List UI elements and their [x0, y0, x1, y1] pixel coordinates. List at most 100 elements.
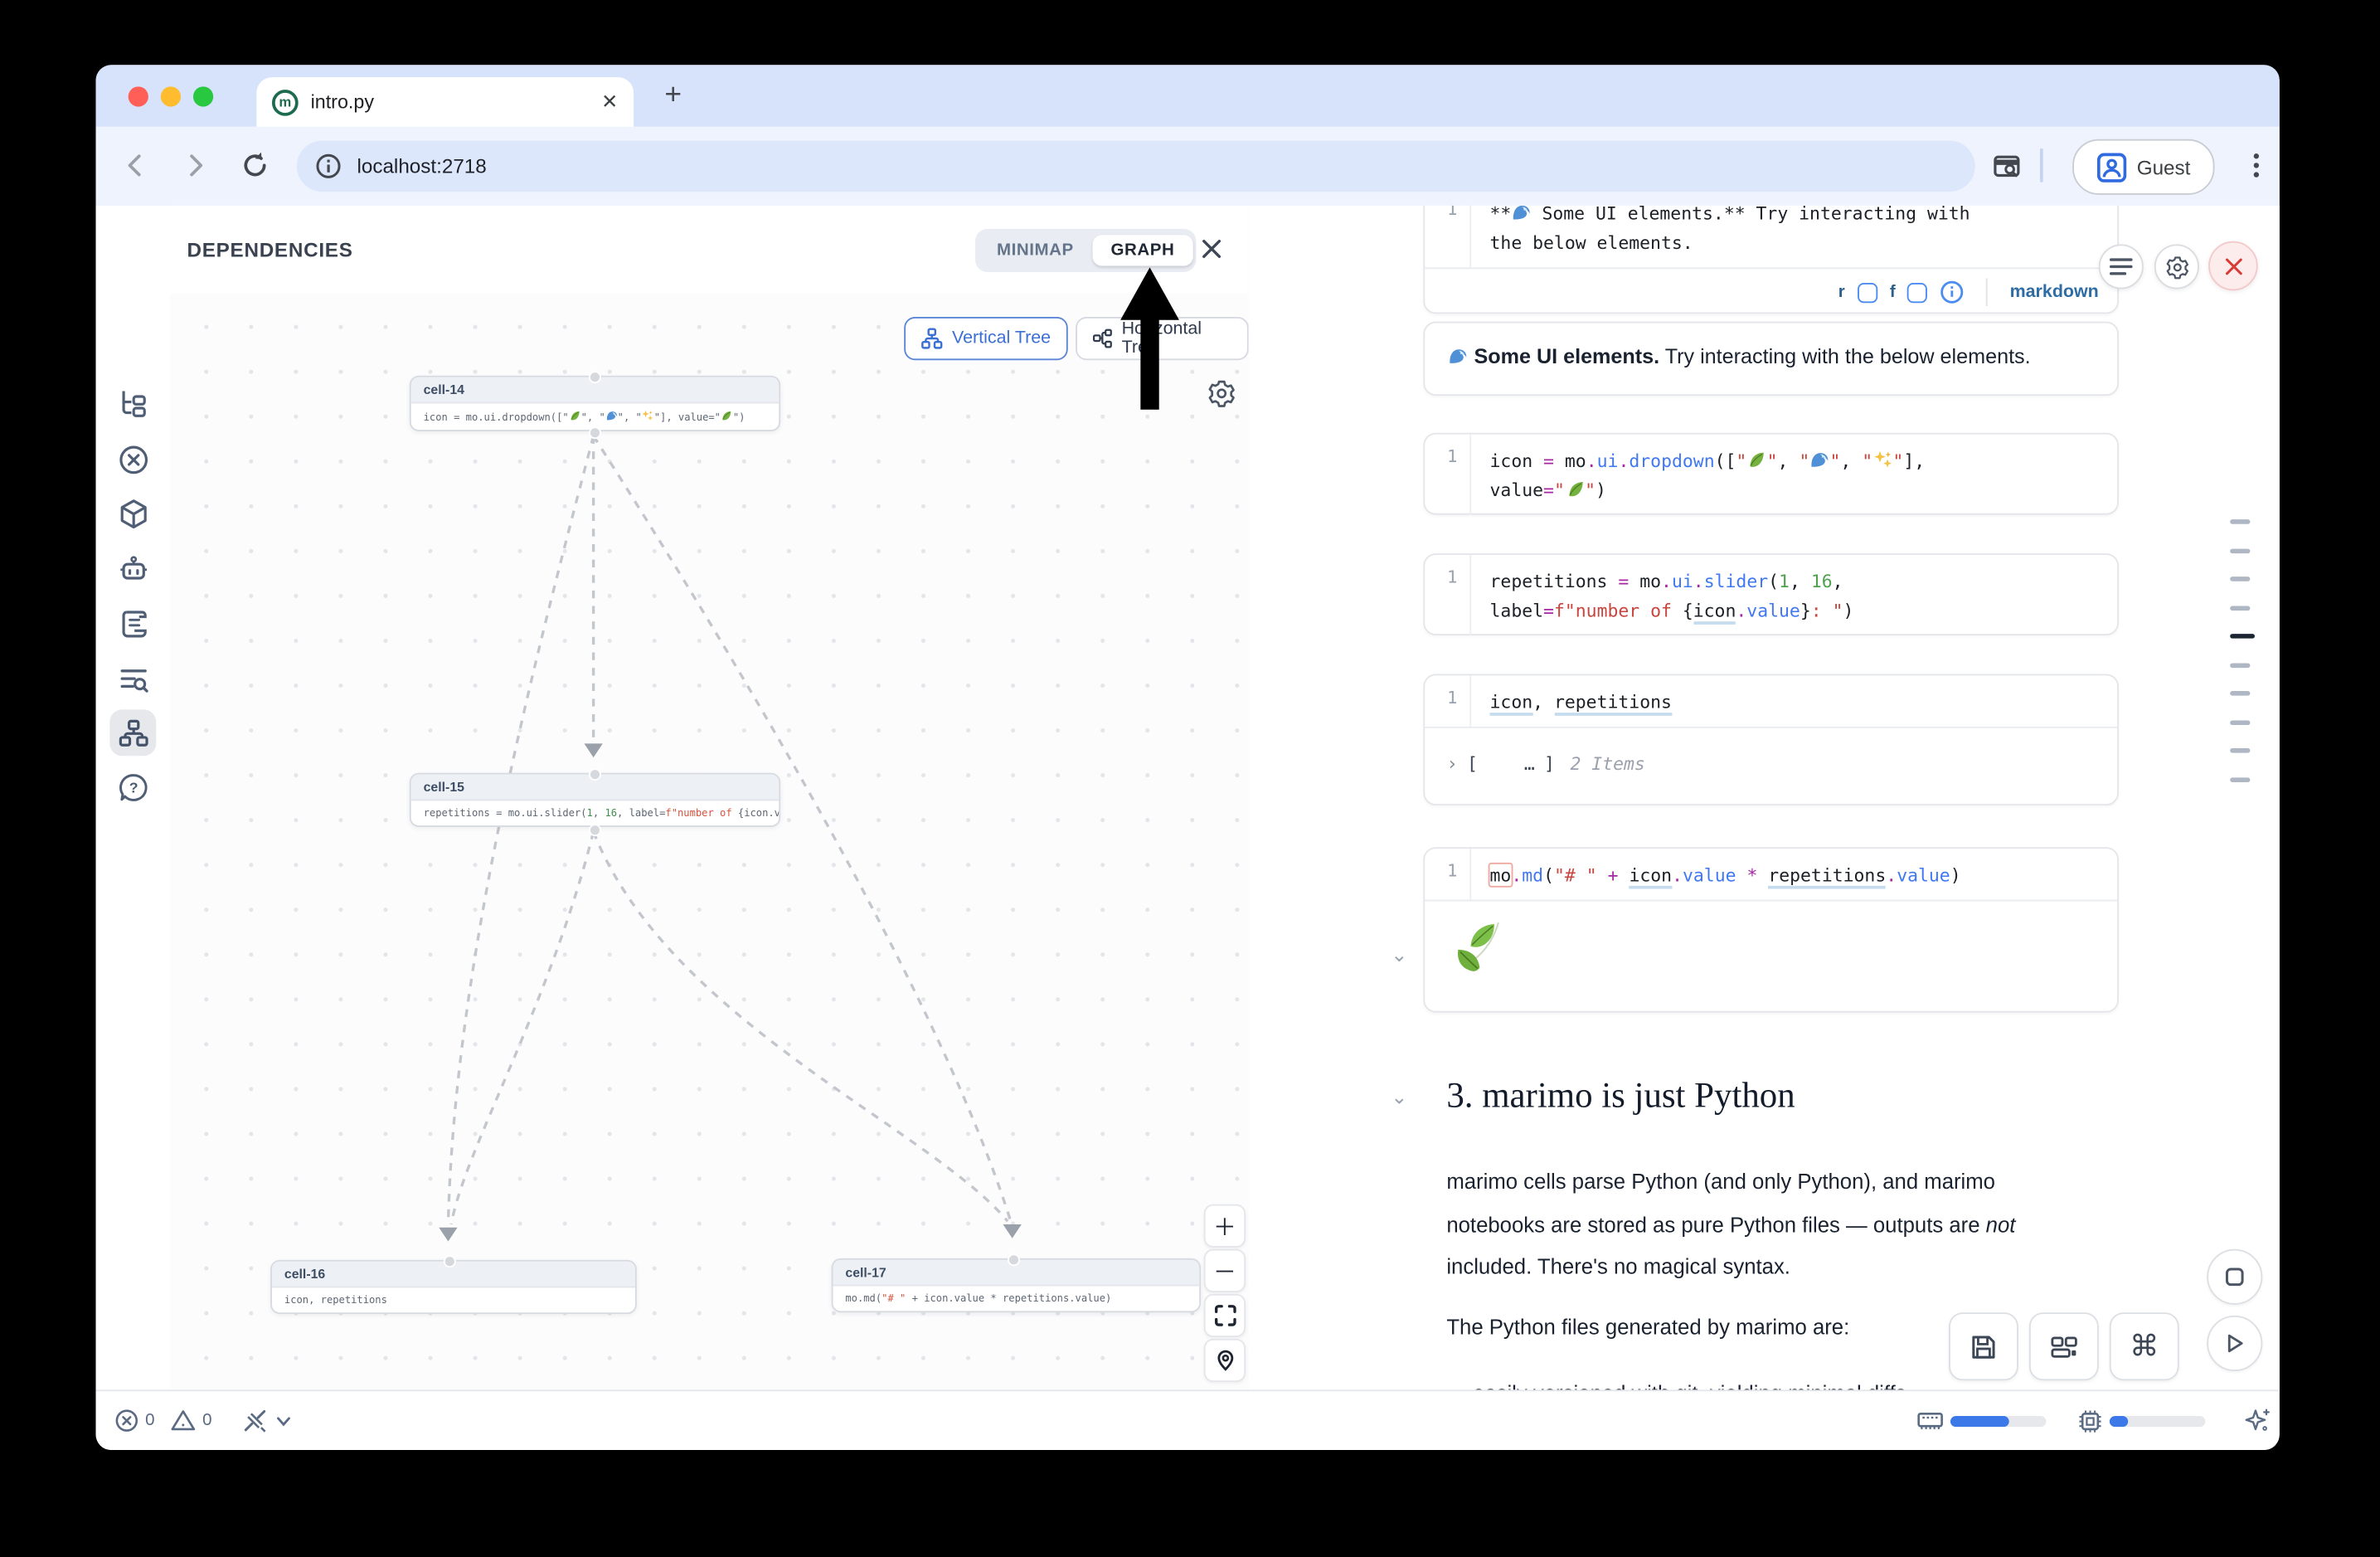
- minimap-dash[interactable]: [2230, 663, 2250, 668]
- minimap-dash-active[interactable]: [2230, 634, 2255, 639]
- site-info-icon[interactable]: [315, 153, 342, 179]
- stop-kernel-button[interactable]: [2207, 1249, 2262, 1305]
- save-button[interactable]: [1949, 1312, 2018, 1380]
- sidebar-item-file-tree[interactable]: [109, 380, 156, 426]
- cpu-indicator: [2077, 1391, 2206, 1450]
- browser-tab[interactable]: m intro.py ✕: [256, 77, 634, 127]
- connection-menu[interactable]: [241, 1391, 292, 1450]
- notebook-settings-button[interactable]: [2154, 244, 2199, 289]
- code-editor[interactable]: icon, repetitions: [1471, 675, 1672, 726]
- zoom-in-button[interactable]: ＋: [1204, 1204, 1246, 1248]
- format-label: f: [1890, 283, 1896, 301]
- node-code: icon = mo.ui.dropdown(["", "", ""], valu…: [411, 403, 780, 430]
- graph-node-cell-14[interactable]: cell-14 icon = mo.ui.dropdown(["", "", "…: [410, 376, 780, 431]
- cell-markdown-editor[interactable]: 1 ** Some UI elements.** Try interacting…: [1423, 206, 2119, 314]
- new-tab-button[interactable]: +: [664, 79, 682, 113]
- graph-node-cell-16[interactable]: cell-16 icon, repetitions: [270, 1260, 637, 1314]
- minimap-dash[interactable]: [2230, 519, 2250, 524]
- stop-icon: [2224, 1266, 2246, 1287]
- errors-indicator[interactable]: 0: [114, 1391, 155, 1450]
- code-editor[interactable]: repetitions = mo.ui.slider(1, 16,label=f…: [1471, 555, 1853, 635]
- shortcuts-button[interactable]: ⌘: [2110, 1312, 2179, 1380]
- graph-settings-icon[interactable]: [1207, 379, 1236, 408]
- notebook-menu-button[interactable]: [2099, 244, 2144, 289]
- close-icon: [2222, 255, 2245, 278]
- tab-graph[interactable]: GRAPH: [1092, 235, 1193, 265]
- zoom-out-button[interactable]: －: [1204, 1249, 1246, 1292]
- code-editor[interactable]: icon = mo.ui.dropdown(["", "", ""],value…: [1471, 435, 1925, 515]
- panel-close-icon[interactable]: [1196, 233, 1226, 264]
- sidebar-item-dependencies[interactable]: [109, 709, 156, 756]
- cell-slider-code[interactable]: 1 repetitions = mo.ui.slider(1, 16,label…: [1423, 553, 2119, 635]
- center-node-button[interactable]: [1204, 1339, 1246, 1382]
- line-number: 1: [1425, 435, 1471, 515]
- url-bar[interactable]: localhost:2718: [297, 141, 1975, 192]
- line-number: 1: [1425, 206, 1471, 268]
- minimap-dash[interactable]: [2230, 606, 2250, 611]
- reactive-label: r: [1838, 283, 1845, 301]
- svg-text:?: ?: [129, 779, 138, 796]
- warnings-indicator[interactable]: 0: [170, 1391, 212, 1450]
- wave-emoji: [1448, 346, 1468, 366]
- graph-canvas[interactable]: Vertical Tree Horizontal Tree cell-14 ic…: [170, 294, 1249, 1391]
- graph-node-cell-17[interactable]: cell-17 mo.md("# " + icon.value * repeti…: [832, 1258, 1201, 1312]
- sparkles-emoji: [642, 410, 654, 422]
- minimize-window-button[interactable]: [161, 86, 181, 106]
- array-output[interactable]: › [ … ] 2 Items: [1425, 728, 2117, 800]
- save-icon: [1969, 1331, 1998, 1360]
- sidebar-item-snippets[interactable]: [109, 655, 156, 702]
- info-icon[interactable]: [1940, 280, 1965, 304]
- collapse-chevron-icon[interactable]: ⌄: [1391, 943, 1407, 968]
- graph-node-cell-15[interactable]: cell-15 repetitions = mo.ui.slider(1, 16…: [410, 773, 780, 827]
- minimap-dash[interactable]: [2230, 577, 2250, 581]
- disconnected-icon: [241, 1407, 270, 1435]
- maximize-window-button[interactable]: [193, 86, 213, 106]
- robot-icon: [117, 552, 149, 585]
- play-icon: [2224, 1332, 2246, 1354]
- leaf-output: [1425, 901, 2117, 975]
- minimap-dash[interactable]: [2230, 776, 2250, 781]
- minimap-dash[interactable]: [2230, 691, 2250, 696]
- sidebar-item-help[interactable]: ?: [109, 764, 156, 810]
- tab-close-icon[interactable]: ✕: [601, 90, 618, 114]
- app-content: ? DEPENDENCIES MINIMAP GRAPH: [96, 206, 2280, 1391]
- cell-dropdown-code[interactable]: 1 icon = mo.ui.dropdown(["", "", ""],val…: [1423, 433, 2119, 515]
- bracket-close: ]: [1544, 753, 1555, 775]
- run-cell-button[interactable]: [2207, 1316, 2262, 1371]
- code-editor[interactable]: ** Some UI elements.** Try interacting w…: [1471, 206, 1970, 268]
- f-checkbox[interactable]: [1908, 282, 1928, 302]
- cell-tuple-code[interactable]: 1 icon, repetitions › [ … ] 2 Items: [1423, 674, 2119, 805]
- cpu-icon: [2077, 1408, 2104, 1434]
- section-chevron-icon[interactable]: ⌄: [1391, 1085, 1407, 1110]
- forward-icon[interactable]: [179, 150, 210, 181]
- layout-button[interactable]: [2029, 1312, 2099, 1380]
- tab-minimap[interactable]: MINIMAP: [979, 235, 1092, 265]
- cell-md-concat[interactable]: 1 mo.md("# " + icon.value * repetitions.…: [1423, 847, 2119, 1012]
- sidebar-item-packages[interactable]: [109, 490, 156, 537]
- tab-strip: m intro.py ✕ +: [96, 65, 2280, 127]
- profile-button[interactable]: Guest: [2072, 139, 2214, 195]
- ai-assistant-button[interactable]: [2244, 1391, 2272, 1450]
- minimap-dash[interactable]: [2230, 748, 2250, 753]
- vertical-tree-button[interactable]: Vertical Tree: [904, 317, 1067, 360]
- graph-zoom-controls: ＋ －: [1204, 1204, 1246, 1384]
- fit-view-button[interactable]: [1204, 1294, 1246, 1337]
- code-editor[interactable]: mo.md("# " + icon.value * repetitions.va…: [1471, 849, 1960, 899]
- minimap-dash[interactable]: [2230, 548, 2250, 553]
- browser-menu-icon[interactable]: [2242, 150, 2271, 181]
- wave-emoji: [1809, 450, 1829, 470]
- shutdown-button[interactable]: [2208, 241, 2258, 291]
- sidebar-item-scratchpad[interactable]: [109, 600, 156, 646]
- sidebar-item-ai-chat[interactable]: [109, 546, 156, 592]
- expand-chevron-icon[interactable]: ›: [1446, 753, 1457, 775]
- search-tabs-icon[interactable]: [1992, 152, 2023, 182]
- sidebar-item-variables[interactable]: [109, 436, 156, 483]
- warning-count: 0: [202, 1411, 211, 1429]
- minimap-dash[interactable]: [2230, 720, 2250, 725]
- back-icon[interactable]: [120, 150, 151, 181]
- r-checkbox[interactable]: [1858, 282, 1877, 302]
- section-paragraph: marimo cells parse Python (and only Pyth…: [1446, 1161, 2076, 1289]
- reload-icon[interactable]: [240, 150, 270, 181]
- close-window-button[interactable]: [129, 86, 148, 106]
- language-label[interactable]: markdown: [2010, 283, 2099, 301]
